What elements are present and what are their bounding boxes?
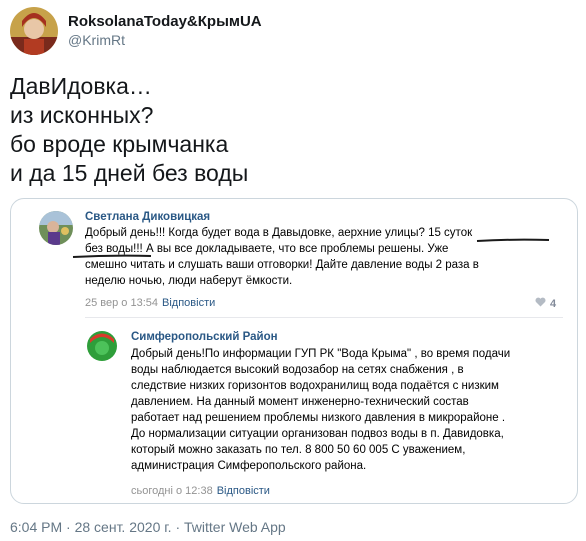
tweet-source[interactable]: Twitter Web App bbox=[184, 519, 286, 535]
reply-line: воды наблюдается высокий водозабор на се… bbox=[131, 364, 464, 376]
reply-line: давлением. На данный момент инженерно-те… bbox=[131, 396, 469, 408]
reply-line: работает над решением проблемы низкого д… bbox=[131, 412, 506, 424]
like-button[interactable]: 4 bbox=[535, 297, 556, 310]
like-count: 4 bbox=[550, 297, 557, 310]
divider bbox=[85, 317, 563, 318]
comment-date[interactable]: 25 вер о 13:54 bbox=[85, 297, 158, 309]
comment-meta: 25 вер о 13:54 Відповісти bbox=[85, 297, 215, 309]
avatar[interactable] bbox=[10, 7, 58, 55]
separator: · bbox=[66, 519, 71, 535]
reply-line: Добрый день!По информации ГУП РК "Вода К… bbox=[131, 348, 511, 360]
tweet-line: бо вроде крымчанка bbox=[10, 131, 229, 157]
tweet-date[interactable]: 28 сент. 2020 г. bbox=[75, 519, 172, 535]
tweet-time[interactable]: 6:04 PM bbox=[10, 519, 62, 535]
tweet-footer: 6:04 PM · 28 сент. 2020 г. · Twitter Web… bbox=[10, 519, 286, 535]
underline-mark bbox=[476, 238, 550, 242]
reply-author-name[interactable]: Симферопольский Район bbox=[131, 331, 278, 343]
heart-icon bbox=[535, 297, 546, 310]
tweet-media-image[interactable]: Светлана Диковицкая Добрый день!!! Когда… bbox=[10, 198, 578, 504]
reply-text: Добрый день!По информации ГУП РК "Вода К… bbox=[131, 346, 510, 474]
reply-avatar[interactable] bbox=[85, 329, 119, 363]
reply-avatar-image bbox=[85, 329, 119, 363]
reply-line: администрация Симферопольского района. bbox=[131, 460, 367, 472]
comment-reply-link[interactable]: Відповісти bbox=[162, 297, 215, 309]
user-block: RoksolanaToday&КрымUA @KrimRt bbox=[68, 12, 262, 50]
display-name[interactable]: RoksolanaToday&КрымUA bbox=[68, 12, 262, 31]
tweet-line: и да 15 дней без воды bbox=[10, 160, 249, 186]
tweet-text: ДавИдовка… из исконных? бо вроде крымчан… bbox=[10, 72, 576, 188]
avatar-image bbox=[10, 7, 58, 55]
reply-date[interactable]: сьогодні о 12:38 bbox=[131, 485, 213, 497]
reply-meta: сьогодні о 12:38 Відповісти bbox=[131, 485, 270, 497]
separator: · bbox=[175, 519, 181, 535]
reply-line: который можно заказать по тел. 8 800 50 … bbox=[131, 444, 466, 456]
tweet-line: ДавИдовка… bbox=[10, 73, 152, 99]
handle[interactable]: @KrimRt bbox=[68, 31, 262, 50]
tweet-line: из исконных? bbox=[10, 102, 154, 128]
tweet-header: RoksolanaToday&КрымUA @KrimRt bbox=[10, 6, 262, 56]
reply-line: следствие низких горизонтов водохранилищ… bbox=[131, 380, 499, 392]
reply-line: До нормализации ситуации организован под… bbox=[131, 428, 504, 440]
reply-reply-link[interactable]: Відповісти bbox=[217, 485, 270, 497]
underline-mark bbox=[72, 254, 152, 258]
